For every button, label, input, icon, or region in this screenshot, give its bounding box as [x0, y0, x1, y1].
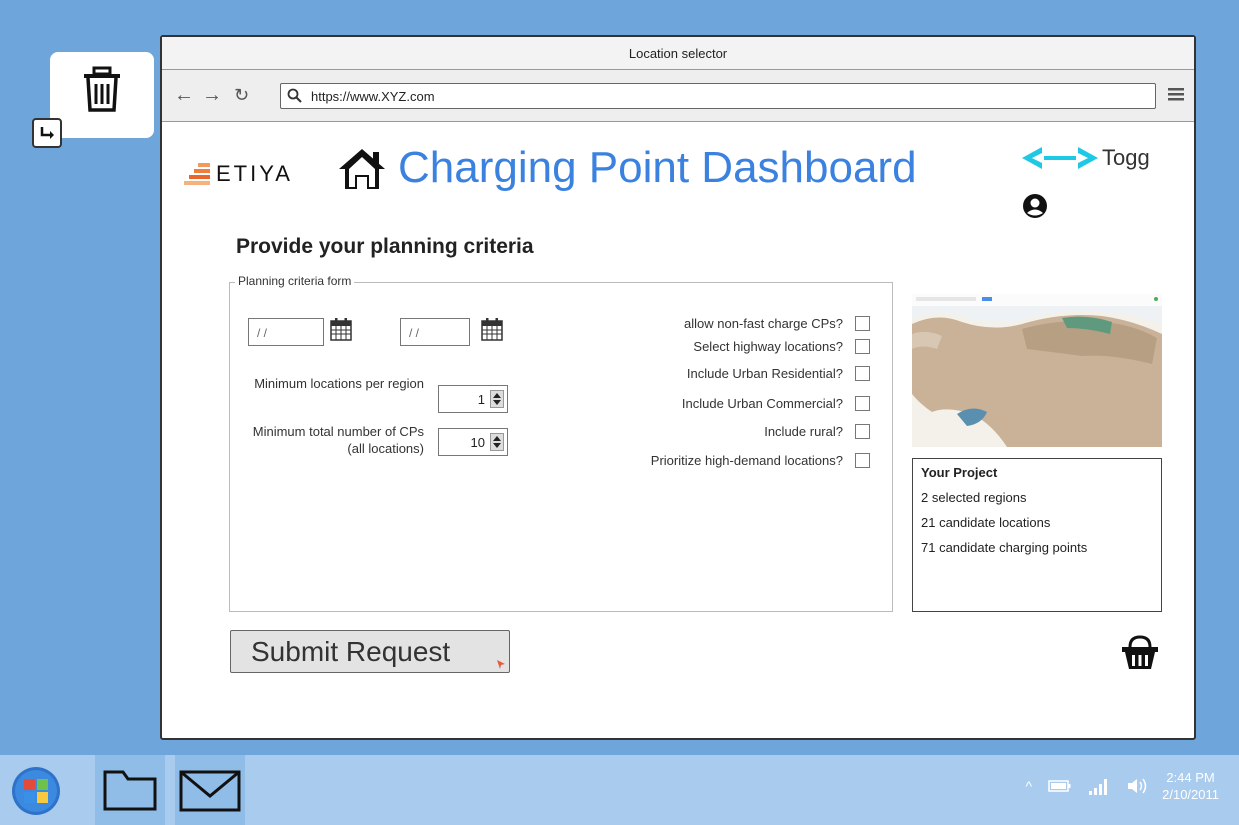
checkbox-urban-commercial[interactable]: Include Urban Commercial? — [682, 396, 870, 411]
taskbar-mail[interactable] — [175, 755, 245, 825]
stepper-arrows-icon[interactable] — [490, 433, 504, 451]
forward-arrow-icon[interactable]: → — [202, 85, 222, 105]
submit-request-button[interactable]: Submit Request — [230, 630, 510, 673]
project-locations-count: 21 candidate locations — [921, 515, 1051, 530]
home-icon[interactable] — [337, 147, 387, 191]
min-locations-label: Minimum locations per region — [254, 376, 424, 391]
start-date-input[interactable]: / / — [248, 318, 324, 346]
min-locations-value: 1 — [477, 392, 485, 407]
min-locations-stepper[interactable]: 1 — [438, 385, 508, 413]
planning-criteria-form: Planning criteria form / / / / Minimum l… — [229, 274, 893, 612]
checkbox-urban-residential[interactable]: Include Urban Residential? — [687, 366, 870, 381]
volume-icon[interactable] — [1126, 777, 1148, 795]
click-indicator-icon — [497, 660, 505, 669]
clock-time: 2:44 PM — [1166, 770, 1215, 785]
checkbox[interactable] — [855, 316, 870, 331]
back-arrow-icon[interactable]: ← — [174, 85, 194, 105]
planning-criteria-heading: Provide your planning criteria — [236, 235, 534, 258]
reload-icon[interactable]: ↻ — [234, 85, 249, 105]
etiya-logo-mark — [184, 163, 210, 185]
folder-icon — [103, 770, 157, 811]
signal-strength-icon[interactable] — [1088, 777, 1110, 795]
checkbox-label: Include rural? — [764, 424, 843, 439]
checkbox[interactable] — [855, 424, 870, 439]
checkbox-label: Include Urban Commercial? — [681, 396, 843, 411]
mail-icon — [179, 770, 241, 812]
desktop-trash-widget[interactable] — [50, 52, 154, 138]
user-avatar-icon[interactable] — [1022, 193, 1048, 219]
etiya-wordmark: ETIYA — [216, 161, 293, 186]
return-arrow-icon — [40, 127, 54, 139]
browser-toolbar: ← → ↻ https://www.XYZ.com — [162, 70, 1194, 122]
system-clock[interactable]: 2:44 PM 2/10/2011 — [1162, 769, 1219, 803]
checkbox-highway[interactable]: Select highway locations? — [693, 339, 870, 354]
checkbox[interactable] — [855, 366, 870, 381]
chevron-up-icon[interactable]: ^ — [1026, 778, 1033, 794]
address-bar[interactable]: https://www.XYZ.com — [280, 83, 1156, 109]
end-date-input[interactable]: / / — [400, 318, 470, 346]
calendar-icon[interactable] — [481, 317, 503, 341]
project-charging-points-count: 71 candidate charging points — [921, 540, 1088, 555]
system-tray: ^ 2:44 PM 2/10/2011 — [1026, 769, 1219, 803]
window-title: Location selector — [162, 37, 1194, 70]
turkey-map-image — [912, 294, 1162, 447]
basket-icon[interactable] — [1120, 635, 1160, 671]
calendar-icon[interactable] — [330, 317, 352, 341]
project-regions-count: 2 selected regions — [921, 490, 1027, 505]
project-title: Your Project — [921, 465, 998, 480]
form-legend: Planning criteria form — [235, 274, 355, 288]
trash-icon — [84, 66, 120, 112]
togg-logo-mark — [1022, 147, 1098, 169]
togg-wordmark: Togg — [1102, 145, 1150, 170]
checkbox-label: Include Urban Residential? — [686, 366, 843, 381]
region-map[interactable] — [912, 294, 1162, 447]
project-summary-panel: Your Project 2 selected regions 21 candi… — [912, 458, 1162, 612]
checkbox[interactable] — [855, 339, 870, 354]
togg-logo: Togg — [1020, 145, 1150, 171]
checkbox-label: allow non-fast charge CPs? — [684, 316, 843, 331]
checkbox-high-demand[interactable]: Prioritize high-demand locations? — [651, 453, 870, 468]
checkbox[interactable] — [855, 453, 870, 468]
checkbox-allow-non-fast[interactable]: allow non-fast charge CPs? — [684, 316, 870, 331]
taskbar-file-explorer[interactable] — [95, 755, 165, 825]
taskbar: ^ 2:44 PM 2/10/2011 — [0, 755, 1239, 825]
battery-icon[interactable] — [1048, 779, 1072, 793]
start-button-icon[interactable] — [11, 766, 61, 816]
checkbox[interactable] — [855, 396, 870, 411]
clock-date: 2/10/2011 — [1162, 787, 1219, 802]
url-text: https://www.XYZ.com — [311, 89, 435, 104]
search-icon — [287, 88, 302, 103]
checkbox-rural[interactable]: Include rural? — [764, 424, 870, 439]
page-title: Charging Point Dashboard — [398, 143, 917, 192]
stepper-arrows-icon[interactable] — [490, 390, 504, 408]
browser-window: Location selector ← → ↻ https://www.XYZ.… — [160, 35, 1196, 740]
checkbox-label: Prioritize high-demand locations? — [650, 453, 843, 468]
min-total-value: 10 — [470, 435, 485, 450]
etiya-logo: ETIYA — [184, 161, 293, 187]
min-total-stepper[interactable]: 10 — [438, 428, 508, 456]
min-total-label: Minimum total number of CPs (all locatio… — [252, 424, 424, 456]
checkbox-label: Select highway locations? — [693, 339, 843, 354]
undo-button[interactable] — [32, 118, 62, 148]
submit-button-label: Submit Request — [251, 635, 451, 667]
hamburger-menu-icon[interactable] — [1168, 85, 1184, 103]
